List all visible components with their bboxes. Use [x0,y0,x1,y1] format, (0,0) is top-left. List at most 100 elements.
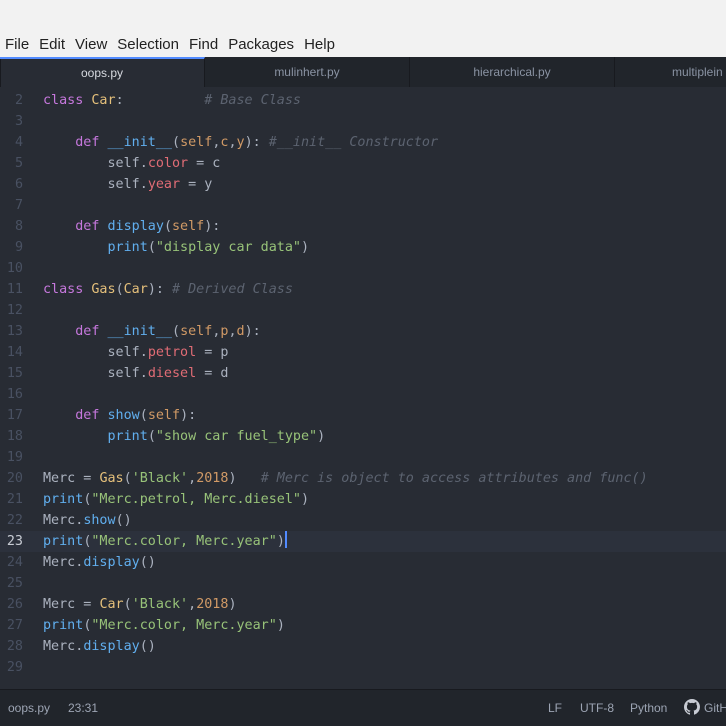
code-token: y [236,135,245,150]
code-line[interactable]: 24 Merc.display() [0,552,726,573]
code-token: ( [147,429,156,444]
code-token: ( [123,597,132,612]
code-line[interactable]: 29 [0,657,726,678]
line-number: 12 [6,303,23,318]
code-token: Merc = [43,471,100,486]
code-line[interactable]: 25 [0,573,726,594]
menu-help[interactable]: Help [299,33,340,57]
menu-edit[interactable]: Edit [34,33,70,57]
code-line[interactable]: 14 self.petrol = p [0,342,726,363]
code-text: def display(self): [43,216,220,237]
status-file-name[interactable]: oops.py [8,690,50,726]
code-token: Merc. [43,513,84,528]
code-line[interactable]: 4 def __init__(self,c,y): #__init__ Cons… [0,132,726,153]
line-number: 24 [6,555,23,570]
tab-oops-py[interactable]: oops.py [0,57,205,87]
code-token: "Merc.color, Merc.year" [91,618,277,633]
code-text: Merc.display() [43,636,156,657]
code-token: ( [172,135,181,150]
code-line[interactable]: 23 print("Merc.color, Merc.year") [0,531,726,552]
menu-packages[interactable]: Packages [223,33,299,57]
code-line[interactable]: 8 def display(self): [0,216,726,237]
status-line-ending[interactable]: LF [548,690,562,726]
code-token: 2018 [196,597,229,612]
code-token: "show car fuel_type" [155,429,318,444]
code-line[interactable]: 12 [0,300,726,321]
code-text: self.petrol = p [43,342,228,363]
tab-mulinhert-py[interactable]: mulinhert.py [205,57,410,87]
tab-multiplein[interactable]: multiplein [615,57,726,87]
code-line[interactable]: 6 self.year = y [0,174,726,195]
tab-hierarchical-py[interactable]: hierarchical.py [410,57,615,87]
title-bar [0,0,726,33]
line-number: 2 [14,93,23,108]
code-token: , [228,324,237,339]
code-token: ): [180,408,197,423]
code-line[interactable]: 26 Merc = Car('Black',2018) [0,594,726,615]
status-cursor-position[interactable]: 23:31 [68,690,98,726]
code-token: def [75,408,108,423]
code-line[interactable]: 10 [0,258,726,279]
code-token: ) [276,534,285,549]
code-line[interactable]: 3 [0,111,726,132]
code-line[interactable]: 27 print("Merc.color, Merc.year") [0,615,726,636]
line-number: 26 [6,597,23,612]
line-number: 3 [14,114,23,129]
code-token: : [115,93,205,108]
code-line[interactable]: 7 [0,195,726,216]
code-line[interactable]: 22 Merc.show() [0,510,726,531]
code-token: ): [147,282,172,297]
code-token: = p [196,345,229,360]
code-token: self [147,408,181,423]
code-token: __init__ [107,324,173,339]
code-line[interactable]: 17 def show(self): [0,405,726,426]
code-line[interactable]: 11 class Gas(Car): # Derived Class [0,279,726,300]
menu-find[interactable]: Find [184,33,223,57]
line-number: 8 [14,219,23,234]
code-line[interactable]: 18 print("show car fuel_type") [0,426,726,447]
code-line[interactable]: 19 [0,447,726,468]
code-text: self.diesel = d [43,363,228,384]
code-token: ) [301,240,310,255]
code-token: ): [204,219,221,234]
code-text: Merc = Gas('Black',2018) # Merc is objec… [43,468,648,489]
line-number: 27 [6,618,23,633]
code-line[interactable]: 2 class Car: # Base Class [0,90,726,111]
status-encoding[interactable]: UTF-8 [580,690,614,726]
code-line[interactable]: 9 print("display car data") [0,237,726,258]
status-github[interactable]: GitH [684,690,726,726]
code-token: self. [43,177,148,192]
code-token: ( [123,471,132,486]
code-token: def [75,135,108,150]
code-token: # Derived Class [172,282,293,297]
code-line[interactable]: 13 def __init__(self,p,d): [0,321,726,342]
code-line[interactable]: 20 Merc = Gas('Black',2018) # Merc is obj… [0,468,726,489]
code-token: ): [244,324,261,339]
code-line[interactable]: 15 self.diesel = d [0,363,726,384]
menu-selection[interactable]: Selection [112,33,184,57]
code-line[interactable]: 21 print("Merc.petrol, Merc.diesel") [0,489,726,510]
code-line[interactable]: 28 Merc.display() [0,636,726,657]
line-number: 4 [14,135,23,150]
status-grammar[interactable]: Python [630,690,667,726]
menu-file[interactable]: File [0,33,34,57]
menu-bar: File Edit View Selection Find Packages H… [0,33,726,57]
code-token: Merc. [43,639,84,654]
line-number: 25 [6,576,23,591]
code-line[interactable]: 16 [0,384,726,405]
code-token: self. [43,156,148,171]
code-line[interactable]: 5 self.color = c [0,153,726,174]
code-editor[interactable]: 2 class Car: # Base Class 3 4 def __init__(… [0,87,726,689]
code-token: Car [123,282,148,297]
code-token: 'Black' [131,597,189,612]
tab-label: hierarchical.py [473,65,551,79]
code-token: Gas [99,471,124,486]
line-number: 20 [6,471,23,486]
menu-view[interactable]: View [70,33,112,57]
code-text: self.year = y [43,174,212,195]
code-text: class Gas(Car): # Derived Class [43,279,293,300]
code-text: Merc.display() [43,552,156,573]
code-token: print [43,492,84,507]
